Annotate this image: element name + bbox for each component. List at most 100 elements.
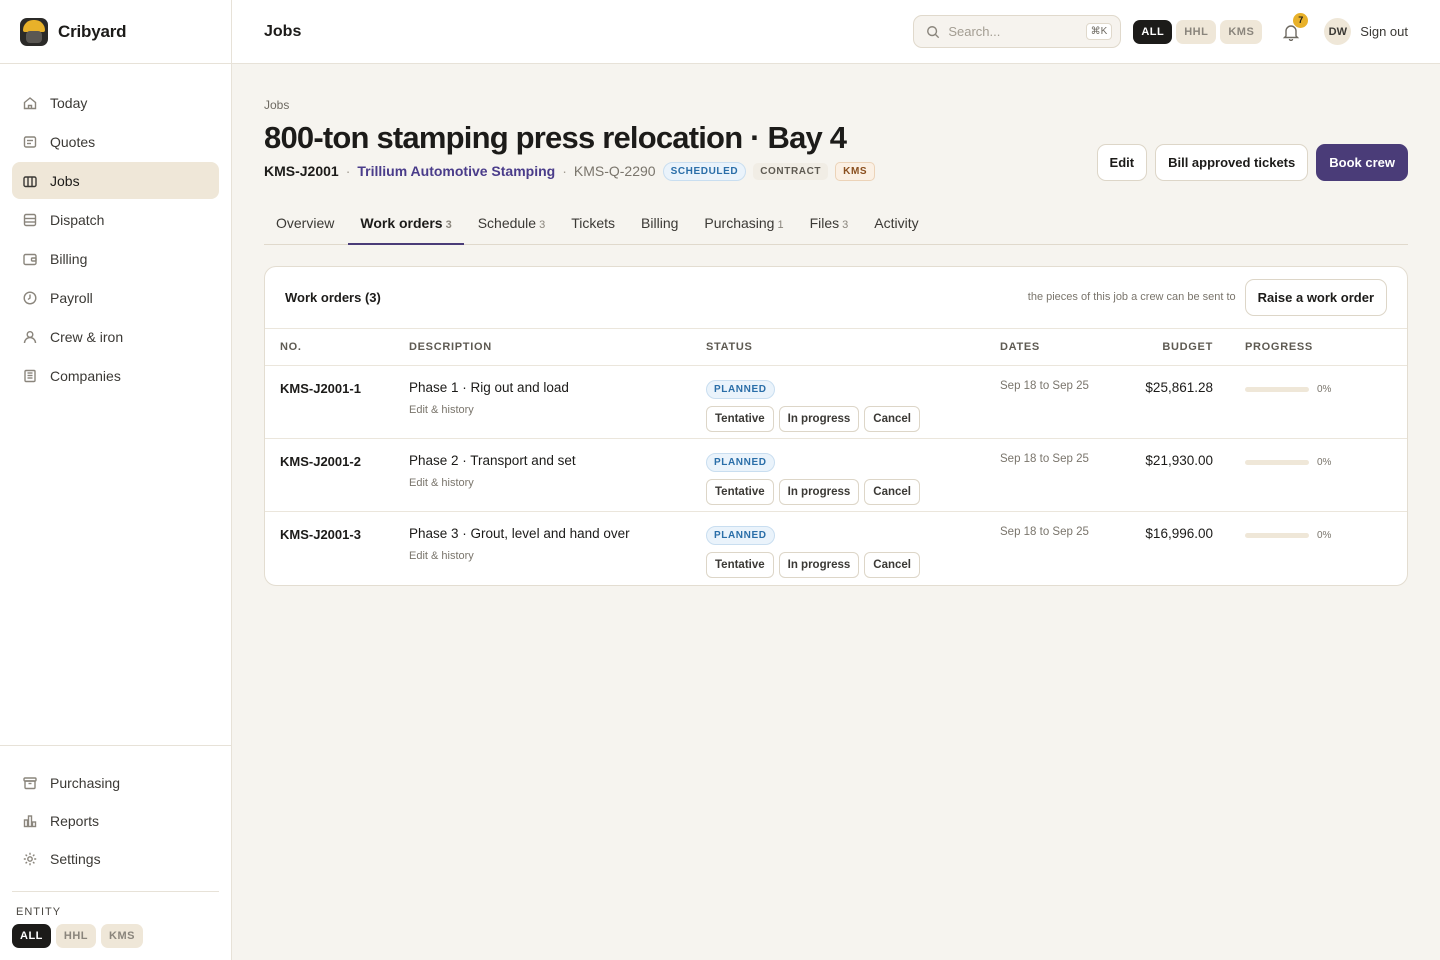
job-id: KMS-J2001 <box>264 163 339 180</box>
column-header-status: STATUS <box>706 328 1000 367</box>
bill-approved-tickets-button[interactable]: Bill approved tickets <box>1155 143 1309 181</box>
filter-chip-kms[interactable]: KMS <box>1220 19 1263 44</box>
sidebar-item-payroll[interactable]: Payroll <box>12 279 219 316</box>
edit-button[interactable]: Edit <box>1096 143 1148 181</box>
column-header-description: DESCRIPTION <box>409 328 706 367</box>
sidebar-item-companies[interactable]: Companies <box>12 357 219 394</box>
sidebar-item-label: Billing <box>50 250 88 267</box>
user-icon <box>23 330 37 343</box>
archive-icon <box>23 776 37 789</box>
sidebar-item-label: Dispatch <box>50 211 105 228</box>
entity-switcher: ENTITY ALL HHL KMS <box>12 891 219 960</box>
tentative-button[interactable]: Tentative <box>706 552 774 579</box>
work-order-id[interactable]: KMS-J2001-1 <box>280 379 409 396</box>
sidebar: Cribyard Today Quotes Jobs Dispatch Bill… <box>0 0 232 960</box>
card-hint: the pieces of this job a crew can be sen… <box>1027 291 1236 304</box>
table-row: KMS-J2001-2 Phase 2 · Transport and set … <box>265 438 1407 513</box>
logo-icon <box>20 17 48 46</box>
tab-files[interactable]: Files 3 <box>798 205 861 244</box>
document-icon <box>23 135 37 148</box>
sidebar-item-label: Payroll <box>50 289 93 306</box>
edit-history-link[interactable]: Edit & history <box>409 404 706 416</box>
breadcrumb[interactable]: Jobs <box>264 98 1408 112</box>
tab-overview[interactable]: Overview <box>264 205 346 244</box>
tab-work-orders[interactable]: Work orders 3 <box>348 205 464 245</box>
work-order-description: Phase 1 · Rig out and load <box>409 380 569 396</box>
tab-schedule[interactable]: Schedule 3 <box>466 205 558 244</box>
in-progress-button[interactable]: In progress <box>778 479 860 506</box>
tab-activity[interactable]: Activity <box>862 205 930 244</box>
cancel-button[interactable]: Cancel <box>864 479 920 506</box>
sidebar-item-quotes[interactable]: Quotes <box>12 123 219 160</box>
in-progress-button[interactable]: In progress <box>778 406 860 433</box>
sidebar-item-settings[interactable]: Settings <box>12 840 219 877</box>
work-order-id[interactable]: KMS-J2001-3 <box>280 525 409 542</box>
entity-chip-all[interactable]: ALL <box>12 924 51 948</box>
tab-purchasing[interactable]: Purchasing 1 <box>692 205 795 244</box>
entity-chip-kms[interactable]: KMS <box>101 924 143 948</box>
separator: · <box>345 163 351 180</box>
tab-count: 3 <box>539 218 546 231</box>
sidebar-item-label: Settings <box>50 850 101 867</box>
tentative-button[interactable]: Tentative <box>706 479 774 506</box>
column-header-progress: PROGRESS <box>1245 328 1407 367</box>
sidebar-item-billing[interactable]: Billing <box>12 240 219 277</box>
progress: 0% <box>1245 452 1391 468</box>
sidebar-item-jobs[interactable]: Jobs <box>12 162 219 199</box>
book-crew-button[interactable]: Book crew <box>1316 143 1408 181</box>
clock-icon <box>23 290 37 305</box>
home-icon <box>23 96 37 109</box>
sign-out-link[interactable]: Sign out <box>1360 24 1408 39</box>
sidebar-item-crew-and-iron[interactable]: Crew & iron <box>12 318 219 355</box>
cancel-button[interactable]: Cancel <box>864 552 920 579</box>
wallet-icon <box>23 253 37 265</box>
work-order-description: Phase 2 · Transport and set <box>409 453 576 469</box>
tab-tickets[interactable]: Tickets <box>559 205 627 244</box>
edit-history-link[interactable]: Edit & history <box>409 550 706 562</box>
progress-label: 0% <box>1317 457 1332 469</box>
type-badge: CONTRACT <box>753 162 829 180</box>
tab-count: 3 <box>842 218 849 231</box>
card-title: Work orders (3) <box>285 289 381 305</box>
progress-bar <box>1245 387 1309 393</box>
tentative-button[interactable]: Tentative <box>706 406 774 433</box>
quote-id: KMS-Q-2290 <box>573 163 656 180</box>
sidebar-item-dispatch[interactable]: Dispatch <box>12 201 219 238</box>
progress-bar <box>1245 533 1309 539</box>
work-order-description: Phase 3 · Grout, level and hand over <box>409 526 630 542</box>
entity-chip-hhl[interactable]: HHL <box>55 924 96 948</box>
company-link[interactable]: Trillium Automotive Stamping <box>357 163 555 179</box>
edit-history-link[interactable]: Edit & history <box>409 477 706 489</box>
brand[interactable]: Cribyard <box>0 0 231 64</box>
separator: · <box>562 163 567 180</box>
sidebar-item-purchasing[interactable]: Purchasing <box>12 764 219 801</box>
sidebar-item-label: Purchasing <box>50 774 121 791</box>
status-badge: PLANNED <box>706 526 775 546</box>
tab-billing[interactable]: Billing <box>629 205 690 244</box>
entity-label: ENTITY <box>16 906 62 918</box>
filter-chip-all[interactable]: ALL <box>1133 19 1173 44</box>
status-badge: PLANNED <box>706 453 775 473</box>
sidebar-item-label: Crew & iron <box>50 328 124 345</box>
tab-label: Work orders <box>360 214 443 231</box>
tab-count: 1 <box>777 218 784 231</box>
work-orders-card: Work orders (3) the pieces of this job a… <box>264 265 1408 586</box>
sidebar-item-reports[interactable]: Reports <box>12 802 219 839</box>
progress: 0% <box>1245 379 1391 395</box>
search-input[interactable] <box>948 24 1078 39</box>
tab-label: Billing <box>641 214 679 231</box>
notifications-button[interactable]: 7 <box>1280 12 1309 43</box>
filter-chip-hhl[interactable]: HHL <box>1176 19 1217 44</box>
work-order-id[interactable]: KMS-J2001-2 <box>280 452 409 469</box>
in-progress-button[interactable]: In progress <box>778 552 860 579</box>
sidebar-item-today[interactable]: Today <box>12 84 219 121</box>
avatar[interactable]: DW <box>1324 18 1352 45</box>
progress: 0% <box>1245 525 1391 541</box>
tab-label: Purchasing <box>704 214 775 231</box>
status-badge: PLANNED <box>706 380 775 400</box>
cancel-button[interactable]: Cancel <box>864 406 920 433</box>
raise-work-order-button[interactable]: Raise a work order <box>1244 278 1387 316</box>
tab-label: Files <box>809 214 840 231</box>
search-box[interactable]: ⌘K <box>913 15 1122 48</box>
table-row: KMS-J2001-3 Phase 3 · Grout, level and h… <box>265 512 1407 585</box>
